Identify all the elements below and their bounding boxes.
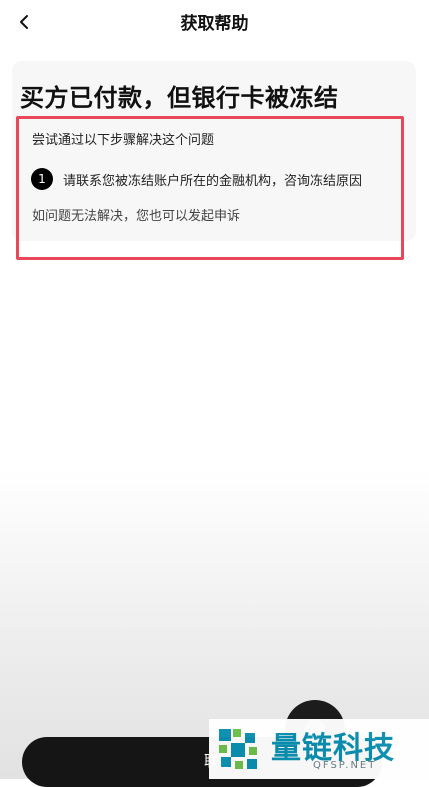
watermark-domain: QFSP.NET	[313, 760, 377, 771]
watermark-logo-icon	[219, 729, 257, 769]
issue-title: 买方已付款，但银行卡被冻结	[20, 84, 339, 112]
step-item: 1 请联系您被冻结账户所在的金融机构，咨询冻结原因	[31, 168, 362, 190]
top-bar: 获取帮助	[0, 0, 429, 44]
step-number-badge: 1	[31, 168, 53, 190]
watermark: 量链科技 QFSP.NET	[209, 719, 429, 779]
page-title: 获取帮助	[180, 14, 249, 34]
appeal-text: 如问题无法解决，您也可以发起申诉	[32, 209, 241, 224]
steps-intro: 尝试通过以下步骤解决这个问题	[32, 133, 215, 148]
step-text: 请联系您被冻结账户所在的金融机构，咨询冻结原因	[63, 173, 363, 189]
